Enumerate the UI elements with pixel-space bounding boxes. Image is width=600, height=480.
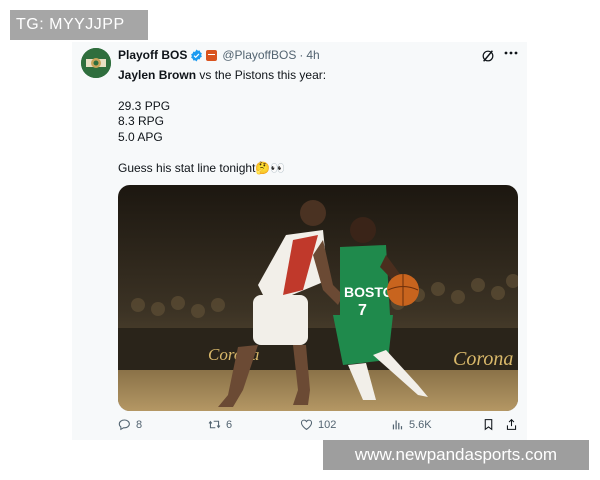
tweet-header: Playoff BOS @PlayoffBOS · 4h (118, 48, 320, 62)
intro-rest: vs the Pistons this year: (196, 68, 327, 82)
watermark-top-left: TG: MYYJJPP (10, 10, 148, 40)
stat-line: 5.0 APG (118, 130, 163, 144)
stat-line: 8.3 RPG (118, 114, 165, 128)
action-bar: 8 6 102 5.6K (118, 418, 528, 436)
closing-line: Guess his stat line tonight🤔👀 (118, 161, 286, 175)
views-icon (392, 420, 403, 430)
bookmark-button[interactable] (482, 418, 500, 431)
like-button[interactable]: 102 (300, 418, 336, 431)
views-count: 5.6K (409, 418, 432, 431)
grok-icon[interactable] (481, 49, 495, 63)
share-icon (506, 418, 517, 430)
tweet-card[interactable]: Playoff BOS @PlayoffBOS · 4h Jaylen Brow… (72, 42, 527, 440)
verified-badge-icon (191, 49, 203, 61)
repost-button[interactable]: 6 (208, 418, 232, 431)
tweet-photo[interactable]: Corona Corona BOSTON 7 (118, 185, 518, 411)
separator-dot: · (299, 48, 304, 62)
reply-icon (118, 419, 130, 431)
bookmark-icon (484, 419, 493, 431)
player-name: Jaylen Brown (118, 68, 197, 82)
ad-text: Corona (453, 348, 513, 370)
watermark-bottom-right: www.newpandasports.com (323, 440, 589, 470)
more-options-icon[interactable] (504, 46, 518, 63)
stat-line: 29.3 PPG (118, 99, 171, 113)
reply-count: 8 (136, 418, 143, 431)
share-button[interactable] (505, 418, 523, 431)
reply-button[interactable]: 8 (118, 418, 142, 431)
repost-count: 6 (226, 418, 233, 431)
display-name[interactable]: Playoff BOS (118, 48, 187, 62)
tweet-line-intro: Jaylen Brown vs the Pistons this year: (118, 68, 326, 82)
views-button[interactable]: 5.6K (391, 418, 432, 431)
repost-icon (208, 420, 221, 429)
handle[interactable]: @PlayoffBOS (222, 48, 296, 62)
affiliate-flag-icon (206, 49, 218, 61)
avatar[interactable] (81, 48, 111, 78)
timestamp[interactable]: 4h (306, 48, 319, 62)
like-count: 102 (318, 418, 337, 431)
like-icon (300, 419, 313, 431)
